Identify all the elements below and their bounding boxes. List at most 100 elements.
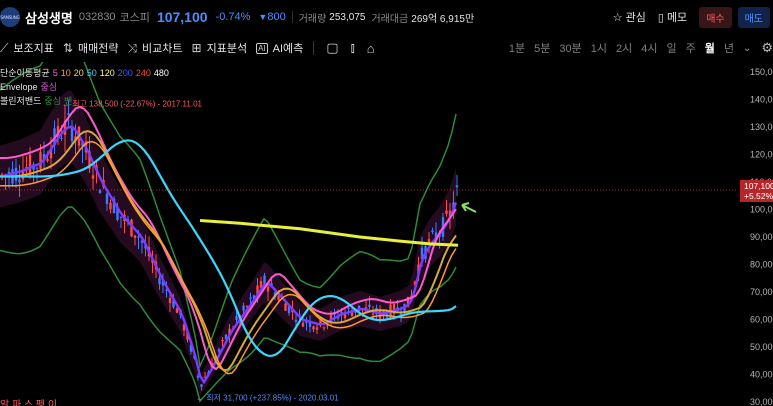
bollinger-legend[interactable]: 볼린저밴드 중심 밴: [0, 94, 172, 108]
candle-body: [221, 339, 224, 341]
candle-body: [266, 286, 270, 292]
candle-body: [91, 175, 95, 179]
watch-label: 관심: [625, 12, 646, 24]
period-1h[interactable]: 1시: [591, 40, 607, 56]
camera-icon[interactable]: ⌂: [367, 41, 375, 56]
indicators-icon: ⟋: [0, 40, 9, 55]
period-month[interactable]: 월: [705, 40, 715, 56]
amount-value: 269억 6,915만: [411, 13, 475, 25]
memo-label: 메모: [666, 12, 688, 24]
period-selector: 1분 5분 30분 1시 2시 4시 일 주 월 년 ⌄ ⚙: [500, 34, 773, 62]
period-2h[interactable]: 2시: [616, 40, 632, 56]
star-icon: ☆: [612, 11, 623, 24]
current-price-percent: +5.52%: [744, 191, 773, 201]
y-tick-label: 120,000: [750, 150, 773, 160]
y-tick-label: 90,000: [750, 232, 773, 242]
compare-icon: ⤨: [127, 40, 138, 55]
memo-button[interactable]: ▯ 메모: [658, 9, 687, 25]
candle-body: [196, 375, 200, 378]
candle-body: [368, 304, 371, 307]
candle-body: [28, 154, 32, 176]
price-chart[interactable]: 150,000140,000130,000120,000110,000100,0…: [0, 62, 773, 406]
candle-body: [119, 216, 123, 218]
ai-predict-label: AI예측: [272, 43, 304, 55]
sell-button[interactable]: 매도: [737, 6, 770, 28]
candle-body: [263, 275, 266, 285]
period-1min[interactable]: 1분: [509, 40, 525, 56]
candle-body: [105, 193, 109, 204]
candle-body: [455, 185, 459, 188]
candle-body: [39, 152, 42, 169]
sma-480: 480: [153, 68, 169, 78]
volume-value: 253,075: [329, 11, 366, 23]
candle-body: [301, 322, 305, 327]
indicator-legend: 단순이동평균 5 10 20 50 120 200 240 480 Envelo…: [0, 66, 172, 108]
sma-120: 120: [99, 68, 115, 78]
candle-body: [312, 326, 315, 330]
current-price: 107,100: [156, 9, 208, 25]
company-logo: SAMSUNG: [0, 7, 20, 27]
compare-label: 비교차트: [142, 43, 183, 55]
indicators-button[interactable]: ⟋ 보조지표: [0, 40, 54, 56]
sma-240: 240: [135, 68, 151, 78]
candle-body: [14, 167, 18, 181]
candle-body: [158, 278, 161, 285]
chart-canvas[interactable]: 150,000140,000130,000120,000110,000100,0…: [0, 62, 773, 406]
candle-body: [200, 384, 203, 387]
y-tick-label: 70,000: [750, 287, 773, 297]
period-4h[interactable]: 4시: [641, 40, 657, 56]
candle-body: [371, 313, 375, 315]
sma-10: 10: [60, 68, 71, 78]
compare-button[interactable]: ⤨ 비교차트: [127, 40, 182, 56]
candle-body: [445, 210, 448, 214]
ai-predict-button[interactable]: AI AI예측: [256, 40, 303, 56]
ai-icon: AI: [256, 42, 268, 54]
analysis-button[interactable]: ⊞ 지표분석: [192, 40, 248, 56]
candle-body: [315, 327, 319, 330]
sma-5: 5: [52, 68, 58, 78]
y-tick-label: 30,000: [750, 397, 773, 406]
bollinger-band: 밴: [63, 96, 73, 106]
y-tick-label: 40,000: [750, 370, 773, 380]
candle-body: [109, 202, 112, 210]
candle-body: [242, 305, 245, 311]
amount-label: 거래대금: [371, 13, 409, 25]
down-triangle-icon: ▼: [258, 12, 268, 22]
envelope-legend[interactable]: Envelope 중심: [0, 80, 172, 94]
period-day[interactable]: 일: [666, 40, 676, 56]
sma-50: 50: [86, 68, 97, 78]
watermark-label: 알 파 스 펭 이: [0, 400, 58, 406]
volume-label: 거래량: [298, 13, 327, 25]
sma-legend[interactable]: 단순이동평균 5 10 20 50 120 200 240 480: [0, 66, 172, 80]
square-tool-icon[interactable]: ▢: [326, 40, 338, 56]
candle-body: [431, 230, 434, 233]
period-year[interactable]: 년: [724, 40, 734, 56]
candle-type-icon[interactable]: ⫾: [351, 40, 355, 56]
gear-icon[interactable]: ⚙: [761, 40, 773, 56]
stock-name[interactable]: 삼성생명: [25, 8, 73, 27]
period-week[interactable]: 주: [686, 40, 696, 56]
bollinger-center: 중심: [44, 96, 61, 106]
sma-200: 200: [117, 68, 133, 78]
candle-body: [347, 307, 350, 309]
watch-button[interactable]: ☆ 관심: [613, 9, 646, 25]
y-tick-label: 130,000: [750, 122, 773, 132]
sma-20: 20: [73, 68, 84, 78]
period-30min[interactable]: 30분: [559, 40, 581, 56]
y-tick-label: 100,000: [750, 205, 773, 215]
stock-code: 032830: [78, 11, 116, 23]
ma120-line: [199, 219, 459, 247]
candle-body: [18, 179, 21, 183]
strategy-button[interactable]: ⇅ 매매전략: [63, 40, 119, 56]
low-annotation: ← 최저 31,700 (+237.85%) - 2020.03.01: [196, 392, 339, 402]
candle-body: [294, 319, 298, 322]
chevron-down-icon[interactable]: ⌄: [743, 43, 751, 54]
period-5min[interactable]: 5분: [534, 40, 550, 56]
y-tick-label: 150,000: [750, 67, 773, 77]
change-amount: 800: [267, 11, 286, 23]
change-percent: -0.74%: [215, 11, 251, 23]
market-name: 코스피: [119, 12, 150, 24]
buy-button[interactable]: 매수: [699, 6, 732, 28]
strategy-label: 매매전략: [77, 43, 119, 55]
candle-body: [46, 158, 49, 162]
